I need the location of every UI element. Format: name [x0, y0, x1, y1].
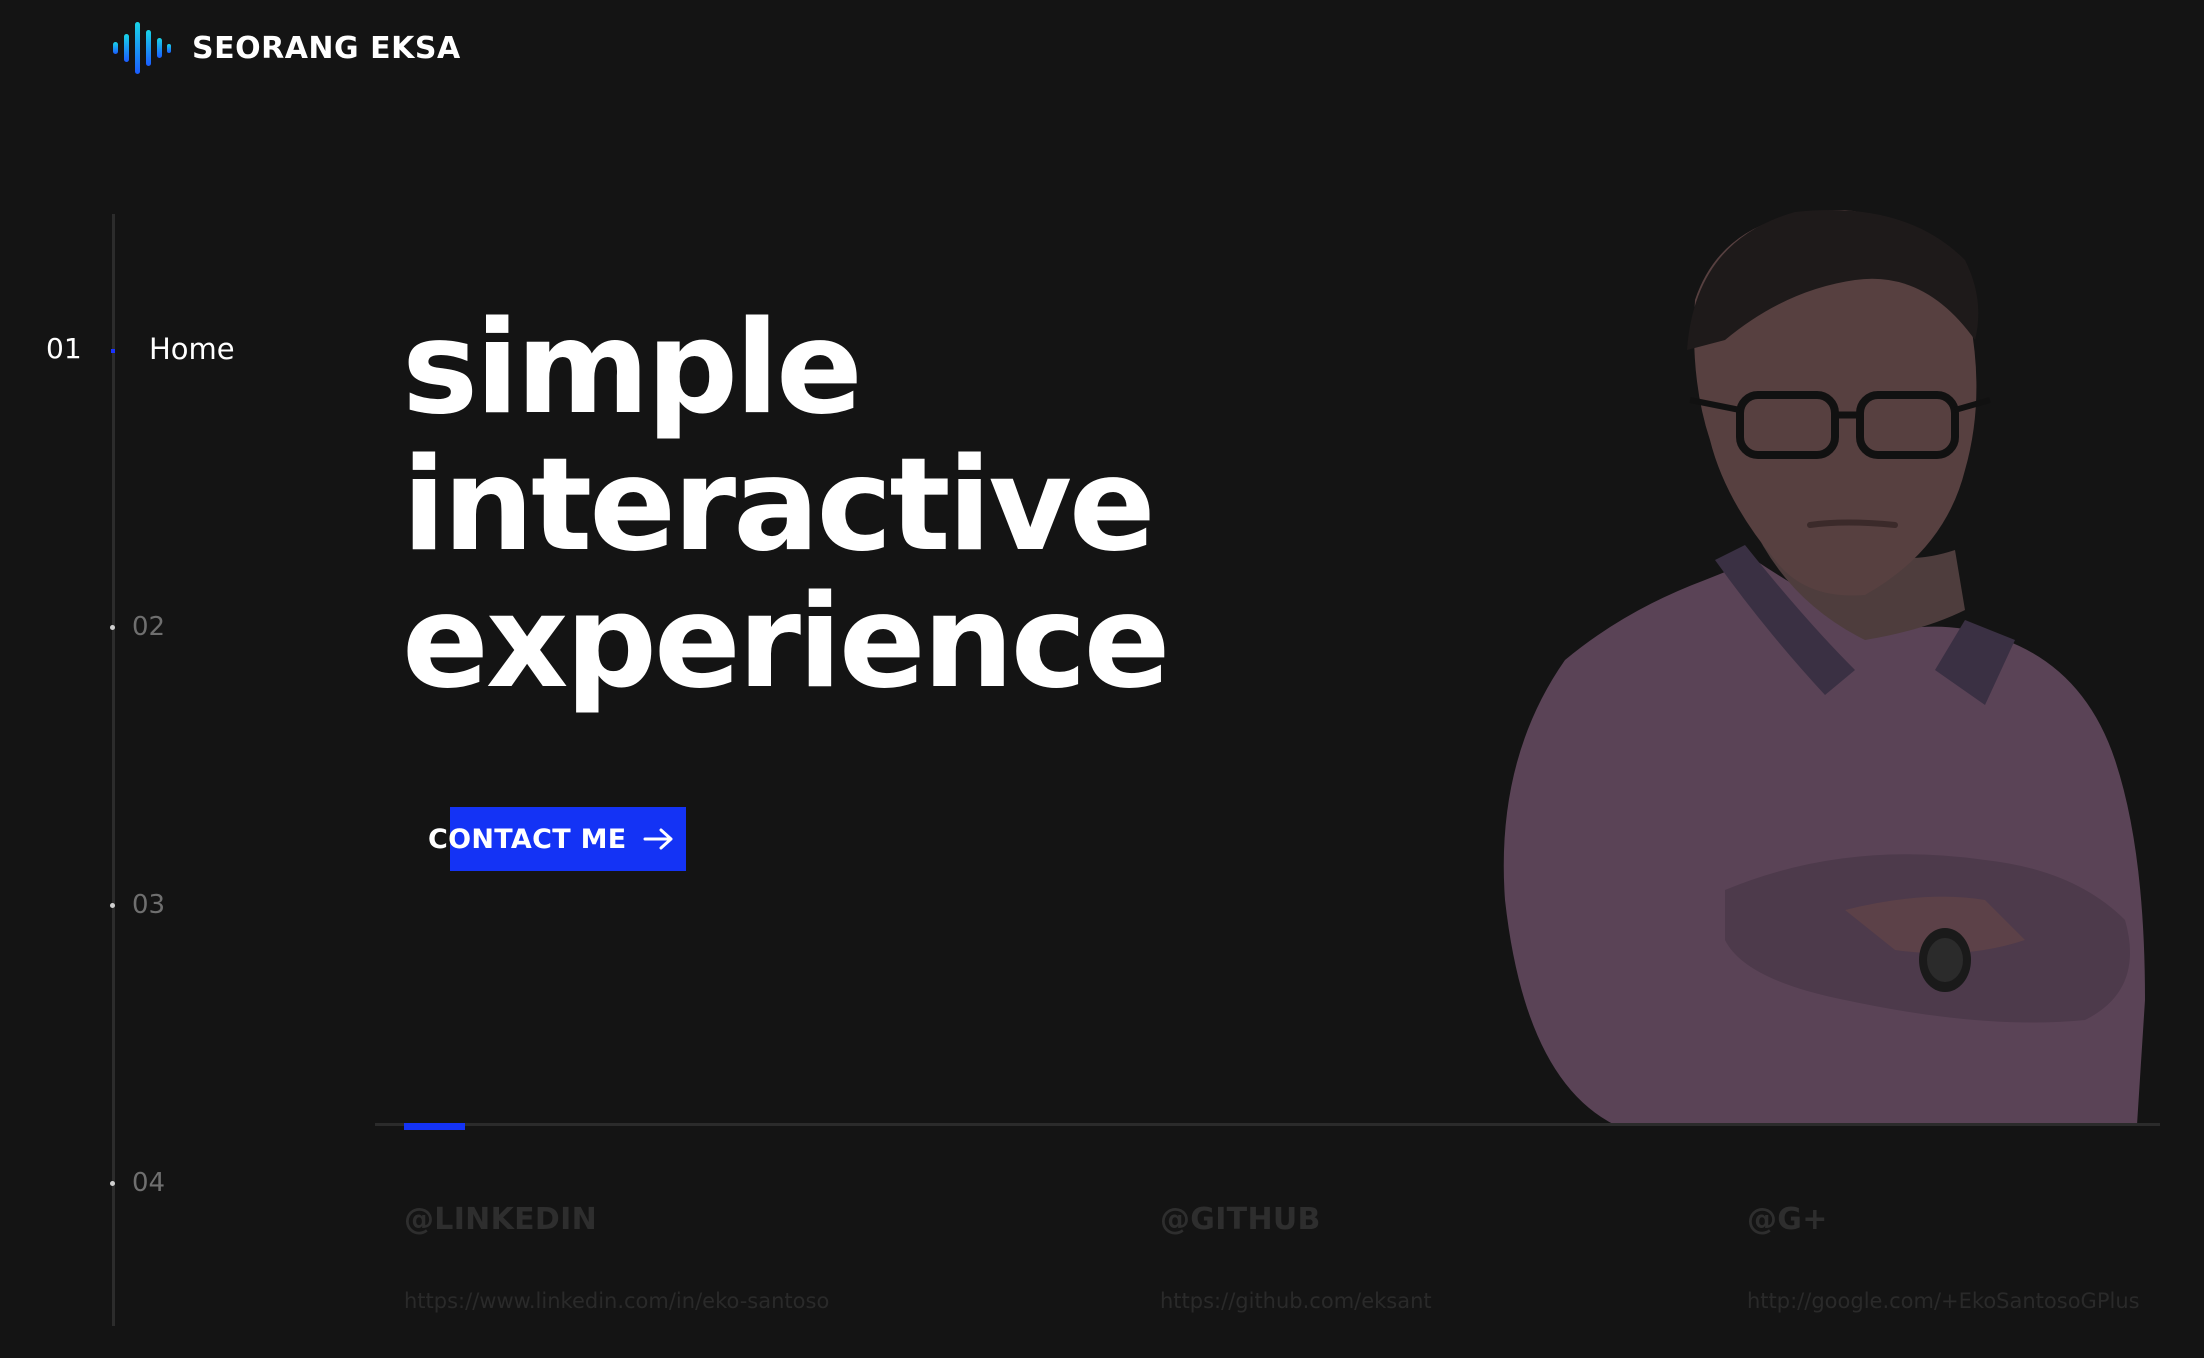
nav-number: 02 [132, 612, 166, 642]
nav-item-04[interactable]: 04 [110, 1168, 165, 1198]
social-url: https://www.linkedin.com/in/eko-santoso [404, 1289, 829, 1313]
contact-me-button[interactable]: CONTACT ME [428, 807, 686, 871]
page: SEORANG EKSA 01 Home 02 03 04 simple int… [0, 0, 2204, 1358]
social-url: http://google.com/+EkoSantosoGPlus [1747, 1289, 2140, 1313]
contact-button-label: CONTACT ME [428, 823, 627, 855]
progress-indicator [404, 1123, 465, 1130]
side-nav-track [112, 214, 115, 1326]
nav-dot [110, 902, 115, 908]
nav-item-03[interactable]: 03 [110, 890, 165, 920]
nav-item-02[interactable]: 02 [110, 612, 165, 642]
gplus-link[interactable]: http://google.com/+EkoSantosoGPlus [1747, 1289, 2140, 1313]
social-github: @GITHUB https://github.com/eksant [1160, 1202, 1432, 1313]
social-url: https://github.com/eksant [1160, 1289, 1432, 1313]
arrow-right-icon [643, 828, 673, 850]
nav-number: 03 [132, 890, 166, 920]
social-linkedin: @LINKEDIN https://www.linkedin.com/in/ek… [404, 1202, 829, 1313]
social-gplus: @G+ http://google.com/+EkoSantosoGPlus [1747, 1202, 2140, 1313]
nav-dot [110, 624, 115, 630]
github-link[interactable]: https://github.com/eksant [1160, 1289, 1432, 1313]
brand-logo[interactable]: SEORANG EKSA [112, 20, 461, 76]
nav-active-indicator [111, 349, 115, 353]
hero-heading: simple interactive experience [402, 300, 1302, 711]
social-title: @G+ [1747, 1202, 1828, 1237]
hero-line: simple [402, 294, 863, 443]
nav-item-home[interactable]: Home [149, 332, 235, 366]
brand-name: SEORANG EKSA [192, 30, 461, 66]
nav-number: 04 [132, 1168, 166, 1198]
linkedin-link[interactable]: https://www.linkedin.com/in/eko-santoso [404, 1289, 829, 1313]
social-title: @LINKEDIN [404, 1202, 597, 1237]
sound-wave-icon [113, 22, 171, 74]
section-divider [375, 1123, 2160, 1126]
nav-dot [110, 1180, 115, 1186]
profile-photo [1503, 210, 2145, 1125]
hero-line: interactive [402, 431, 1156, 580]
nav-active-number: 01 [46, 332, 82, 365]
hero-line: experience [402, 568, 1170, 717]
social-title: @GITHUB [1160, 1202, 1321, 1237]
